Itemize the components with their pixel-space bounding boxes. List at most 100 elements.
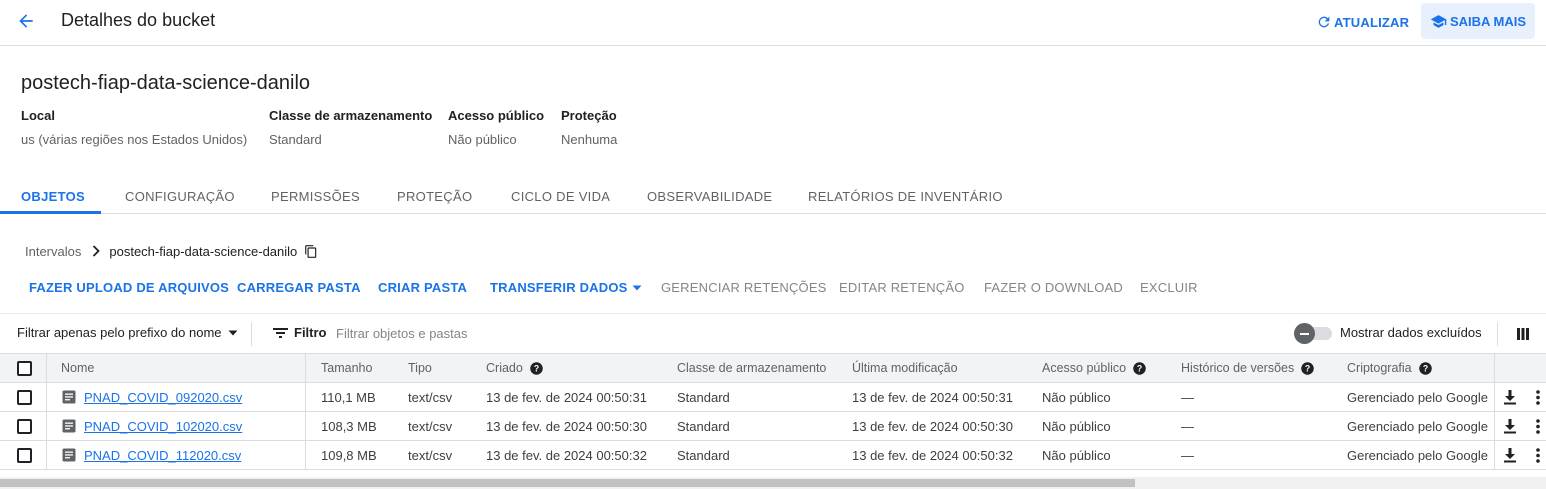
manage-holds-button[interactable]: GERENCIAR RETENÇÕES (661, 280, 827, 295)
table-header: Nome Tamanho Tipo Criado ? Classe de arm… (0, 353, 1546, 383)
tab-lifecycle[interactable]: CICLO DE VIDA (511, 178, 610, 214)
more-vert-icon[interactable] (1530, 412, 1546, 440)
meta-label: Classe de armazenamento (269, 108, 433, 123)
download-icon[interactable] (1502, 383, 1518, 411)
transfer-data-button[interactable]: TRANSFERIR DADOS (490, 280, 642, 295)
scrollbar-thumb[interactable] (0, 479, 1135, 487)
row-checkbox-cell (17, 412, 32, 440)
column-header-name[interactable]: Nome (61, 354, 94, 382)
name-cell: PNAD_COVID_092020.csv (62, 383, 242, 411)
storage-class-cell: Standard (677, 447, 730, 463)
last-modified-cell: 13 de fev. de 2024 00:50:30 (852, 418, 1013, 434)
edit-retention-button[interactable]: EDITAR RETENÇÃO (839, 280, 965, 295)
download-button[interactable]: FAZER O DOWNLOAD (984, 280, 1123, 295)
copy-icon[interactable] (304, 244, 318, 259)
create-folder-button[interactable]: CRIAR PASTA (378, 280, 467, 295)
column-header-version-history[interactable]: Histórico de versões ? (1181, 354, 1315, 382)
help-icon[interactable]: ? (1132, 361, 1147, 376)
column-divider (1494, 383, 1495, 411)
row-checkbox[interactable] (17, 418, 32, 434)
column-header-public-access[interactable]: Acesso público ? (1042, 354, 1147, 382)
show-deleted-label: Mostrar dados excluídos (1340, 325, 1482, 340)
created-cell: 13 de fev. de 2024 00:50:32 (486, 447, 647, 463)
row-checkbox[interactable] (17, 389, 32, 405)
more-vert-icon[interactable] (1530, 383, 1546, 411)
table-row: PNAD_COVID_112020.csv 109,8 MB text/csv … (0, 441, 1546, 470)
download-icon[interactable] (1502, 412, 1518, 440)
storage-class-cell: Standard (677, 389, 730, 405)
column-header-created[interactable]: Criado ? (486, 354, 544, 382)
header-checkbox-cell (17, 354, 32, 382)
refresh-button[interactable]: ATUALIZAR (1316, 12, 1409, 32)
table-row: PNAD_COVID_092020.csv 110,1 MB text/csv … (0, 383, 1546, 412)
filter-input[interactable] (336, 323, 836, 343)
column-display-button[interactable] (1513, 324, 1533, 344)
column-divider (305, 441, 306, 469)
tab-configuration[interactable]: CONFIGURAÇÃO (125, 178, 235, 214)
show-deleted-toggle[interactable] (1294, 322, 1332, 344)
row-checkbox-cell (17, 383, 32, 411)
prefix-filter-select[interactable]: Filtrar apenas pelo prefixo do nome (17, 325, 238, 340)
row-checkbox[interactable] (17, 447, 32, 463)
learn-more-button[interactable]: SAIBA MAIS (1421, 3, 1535, 39)
select-all-checkbox[interactable] (17, 360, 32, 376)
file-name-link[interactable]: PNAD_COVID_092020.csv (84, 390, 242, 405)
meta-value: Standard (269, 132, 322, 147)
back-button[interactable] (12, 8, 40, 36)
column-header-encryption-label: Criptografia (1347, 361, 1412, 375)
tab-permissions[interactable]: PERMISSÕES (271, 178, 360, 214)
tab-objects[interactable]: OBJETOS (21, 178, 85, 214)
filter-bar: Filtrar apenas pelo prefixo do nome Filt… (0, 313, 1546, 353)
meta-value: Nenhuma (561, 132, 618, 147)
tab-protection[interactable]: PROTEÇÃO (397, 178, 472, 214)
help-icon[interactable]: ? (1418, 361, 1433, 376)
column-header-version-history-label: Histórico de versões (1181, 361, 1295, 375)
column-header-type[interactable]: Tipo (408, 354, 432, 382)
size-cell: 109,8 MB (321, 447, 377, 463)
name-cell: PNAD_COVID_102020.csv (62, 412, 242, 440)
column-header-encryption[interactable]: Criptografia ? (1347, 354, 1433, 382)
horizontal-scrollbar[interactable] (0, 477, 1546, 489)
column-divider (305, 354, 306, 382)
meta-value: us (várias regiões nos Estados Unidos) (21, 132, 248, 147)
column-divider (305, 383, 306, 411)
bucket-name: postech-fiap-data-science-danilo (21, 72, 311, 94)
file-name-link[interactable]: PNAD_COVID_102020.csv (84, 419, 242, 434)
chevron-right-icon (91, 245, 101, 257)
column-divider (305, 412, 306, 440)
version-history-cell: — (1181, 418, 1194, 434)
meta-location: Local us (várias regiões nos Estados Uni… (21, 108, 247, 147)
version-history-cell: — (1181, 447, 1194, 463)
size-cell: 108,3 MB (321, 418, 377, 434)
arrow-back-icon (16, 11, 36, 34)
breadcrumb-root[interactable]: Intervalos (25, 244, 81, 259)
columns-icon (1516, 327, 1530, 341)
svg-text:?: ? (1305, 363, 1310, 373)
filter-button[interactable]: Filtro (273, 325, 327, 340)
upload-folder-button[interactable]: CARREGAR PASTA (237, 280, 361, 295)
transfer-data-label: TRANSFERIR DADOS (490, 280, 628, 295)
more-vert-icon[interactable] (1530, 441, 1546, 469)
encryption-cell: Gerenciado pelo Google (1347, 418, 1488, 434)
download-icon[interactable] (1502, 441, 1518, 469)
column-header-public-access-label: Acesso público (1042, 361, 1127, 375)
column-divider (1494, 441, 1495, 469)
dropdown-arrow-icon (632, 285, 642, 291)
type-cell: text/csv (408, 389, 453, 405)
meta-label: Acesso público (448, 108, 545, 123)
column-header-storage-class[interactable]: Classe de armazenamento (677, 354, 826, 382)
delete-button[interactable]: EXCLUIR (1140, 280, 1198, 295)
dropdown-arrow-icon (228, 330, 238, 336)
svg-text:?: ? (1137, 363, 1142, 373)
tab-observability[interactable]: OBSERVABILIDADE (647, 178, 772, 214)
version-history-cell: — (1181, 389, 1194, 405)
encryption-cell: Gerenciado pelo Google (1347, 447, 1488, 463)
file-name-link[interactable]: PNAD_COVID_112020.csv (84, 448, 241, 463)
help-icon[interactable]: ? (529, 361, 544, 376)
tab-inventory-reports[interactable]: RELATÓRIOS DE INVENTÁRIO (808, 178, 1003, 214)
column-header-size[interactable]: Tamanho (321, 354, 372, 382)
help-icon[interactable]: ? (1300, 361, 1315, 376)
active-tab-indicator (0, 211, 101, 214)
upload-files-button[interactable]: FAZER UPLOAD DE ARQUIVOS (29, 280, 229, 295)
column-header-last-modified[interactable]: Última modificação (852, 354, 958, 382)
